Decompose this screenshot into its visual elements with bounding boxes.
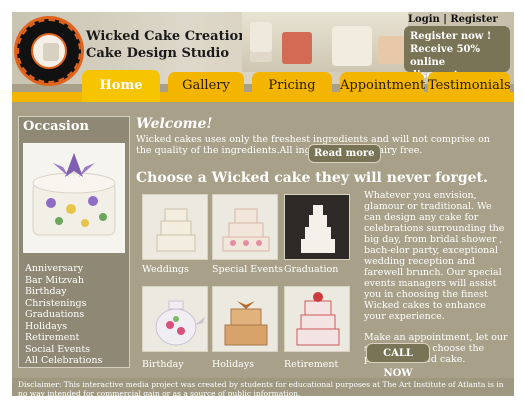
occasion-list: Anniversary Bar Mitzvah Birthday Christe…	[25, 263, 102, 367]
brand-subtitle: Cake Design Studio	[86, 46, 229, 61]
gallery-thumb-weddings[interactable]	[142, 194, 208, 260]
register-link[interactable]: Register	[450, 14, 497, 25]
sidebar-item-retirement[interactable]: Retirement	[25, 332, 102, 344]
read-more-button[interactable]: Read more	[308, 144, 381, 163]
hero-cake-icon	[282, 32, 312, 64]
nav-tab-pricing[interactable]: Pricing	[252, 72, 332, 100]
sidebar-title: Occasion	[23, 119, 89, 134]
sidebar-item-anniversary[interactable]: Anniversary	[25, 263, 102, 275]
sidebar-item-all-celebrations[interactable]: All Celebrations	[25, 355, 102, 367]
special-events-cake-icon	[222, 208, 270, 252]
nav-tab-appointment[interactable]: Appointment	[340, 72, 425, 100]
call-now-button[interactable]: CALL NOW	[366, 343, 430, 379]
hero-cake-icon	[378, 36, 404, 64]
sidebar-item-graduations[interactable]: Graduations	[25, 309, 102, 321]
nav-tab-gallery[interactable]: Gallery	[168, 72, 244, 100]
promo-line: Receive 50% online	[410, 44, 480, 68]
brand-title: Wicked Cake Creation	[86, 29, 248, 44]
auth-separator: |	[443, 14, 447, 25]
gallery-thumb-holidays[interactable]	[212, 286, 278, 352]
auth-links: Login | Register	[408, 14, 498, 25]
nav-tabs: Home Gallery Pricing Appointment Testimo…	[12, 70, 514, 102]
hero-cake-icon	[332, 26, 372, 66]
sidebar-item-birthday[interactable]: Birthday	[25, 286, 102, 298]
sidebar-item-christenings[interactable]: Christenings	[25, 298, 102, 310]
graduation-cake-icon	[301, 205, 335, 253]
flower-cake-icon	[32, 153, 116, 236]
sidebar-item-social-events[interactable]: Social Events	[25, 344, 102, 356]
gallery-caption-graduation[interactable]: Graduation	[284, 264, 338, 275]
sidebar-item-bar-mitzvah[interactable]: Bar Mitzvah	[25, 275, 102, 287]
choose-heading: Choose a Wicked cake they will never for…	[136, 170, 488, 186]
hero-cake-icon	[250, 22, 272, 62]
events-description: Whatever you envision, glamour or tradit…	[364, 190, 510, 365]
page: Wicked Cake Creation Cake Design Studio …	[12, 12, 514, 396]
nav-tab-home[interactable]: Home	[82, 70, 160, 102]
welcome-heading: Welcome!	[136, 116, 213, 132]
login-link[interactable]: Login	[408, 14, 440, 25]
logo-cake-icon	[31, 33, 67, 69]
gallery-caption-weddings[interactable]: Weddings	[142, 264, 189, 275]
gallery-caption-special-events[interactable]: Special Events	[212, 264, 283, 275]
gallery-thumb-special-events[interactable]	[212, 194, 278, 260]
gallery-caption-birthday[interactable]: Birthday	[142, 359, 184, 370]
gallery-caption-holidays[interactable]: Holidays	[212, 359, 254, 370]
retirement-cake-icon	[296, 292, 340, 346]
header-hero-image	[242, 12, 408, 72]
cake-icon	[43, 43, 59, 61]
gallery-thumb-graduation[interactable]	[284, 194, 350, 260]
sidebar-item-holidays[interactable]: Holidays	[25, 321, 102, 333]
nav-tab-testimonials[interactable]: Testimonials	[428, 72, 511, 100]
events-paragraph: Whatever you envision, glamour or tradit…	[364, 190, 505, 322]
register-promo[interactable]: Register now ! Receive 50% online discou…	[404, 26, 510, 81]
gallery-thumb-birthday[interactable]	[142, 286, 208, 352]
footer-disclaimer: Disclaimer: This interactive media proje…	[12, 378, 514, 396]
brand: Wicked Cake Creation Cake Design Studio	[86, 28, 248, 62]
promo-line: Register now !	[410, 31, 492, 42]
sidebar-cake-image	[23, 143, 125, 253]
gallery-thumb-retirement[interactable]	[284, 286, 350, 352]
holiday-cake-icon	[224, 301, 268, 346]
occasion-sidebar: Occasion Anniversary Bar Mitzvah Birthda…	[18, 116, 130, 368]
teapot-cake-icon	[155, 300, 205, 346]
gallery-caption-retirement[interactable]: Retirement	[284, 359, 338, 370]
wedding-cake-icon	[156, 208, 196, 252]
